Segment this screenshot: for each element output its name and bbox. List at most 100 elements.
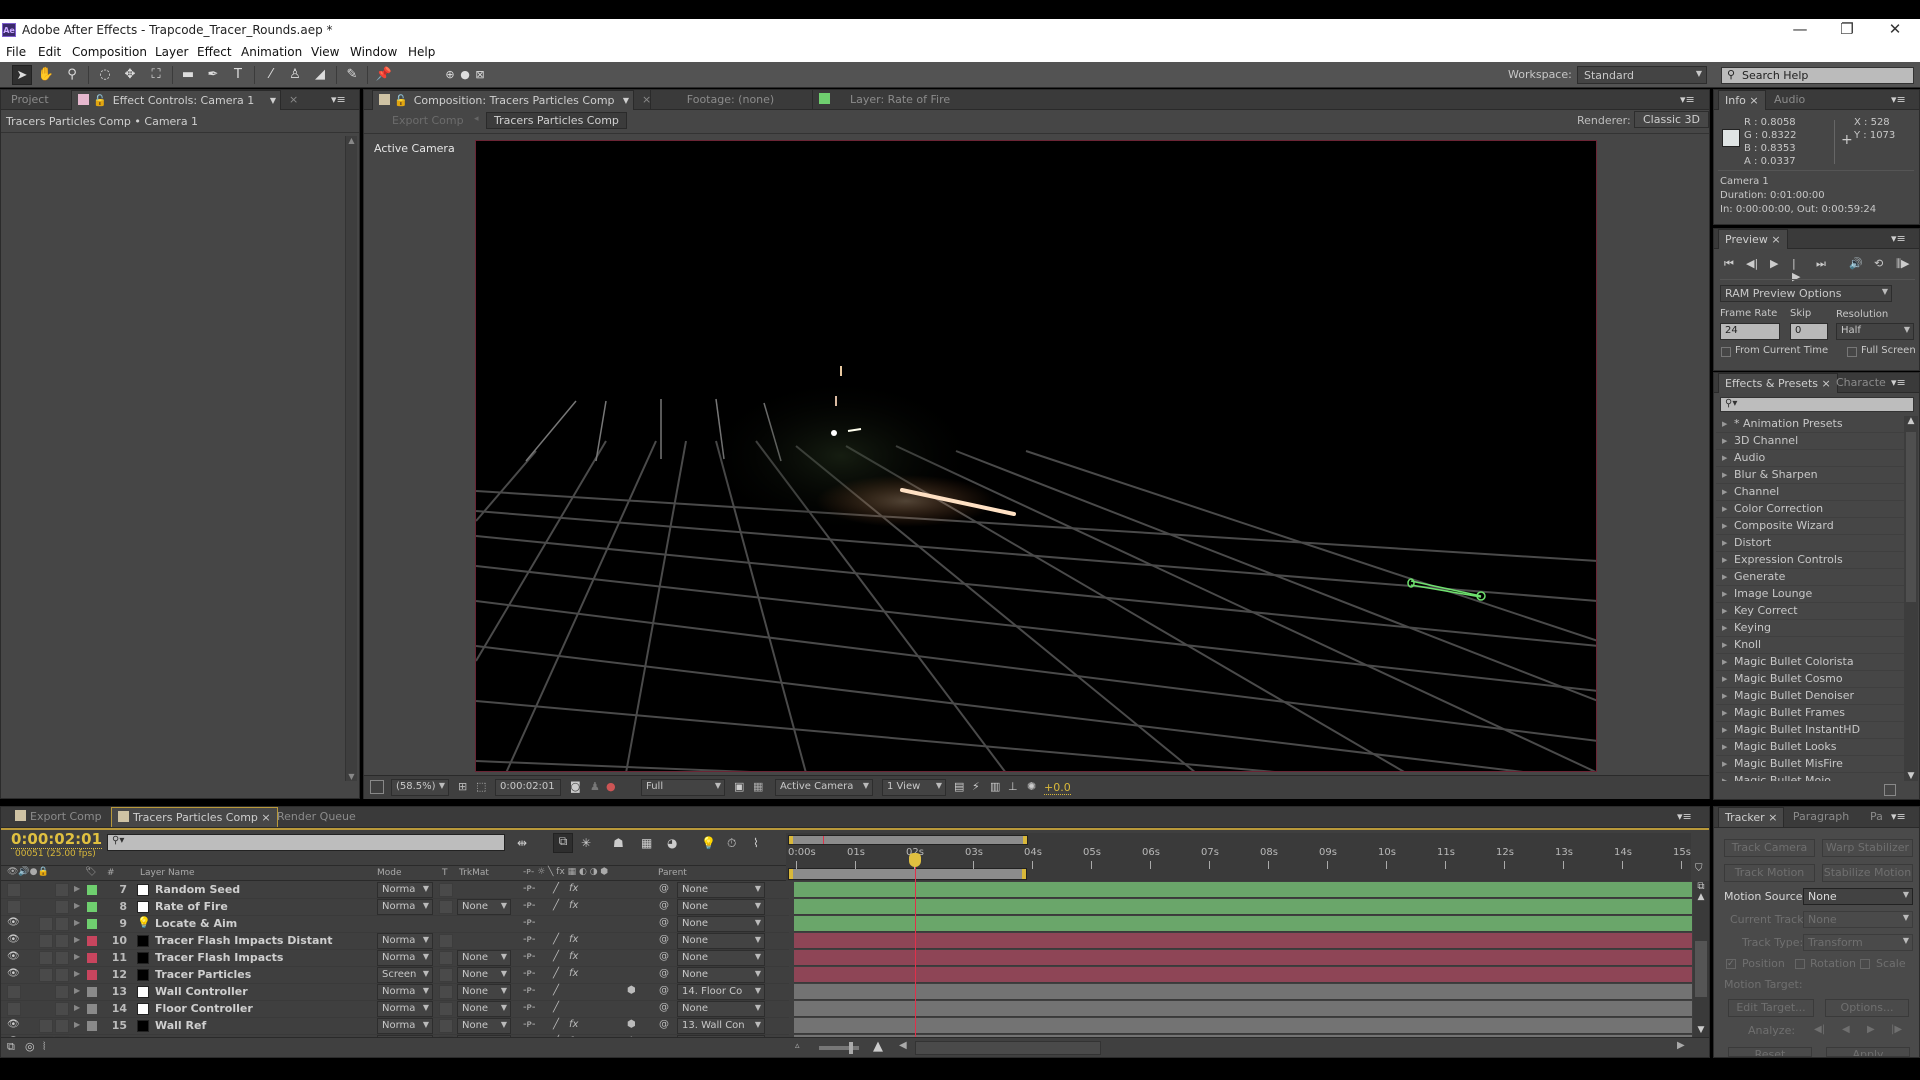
- resolution-select[interactable]: Full ▼: [641, 779, 725, 796]
- flowchart-export-comp[interactable]: Export Comp: [392, 114, 464, 127]
- layer-duration-bar[interactable]: [794, 882, 1692, 898]
- scrollbar[interactable]: ▲ ▼: [1904, 416, 1918, 781]
- label-color[interactable]: [87, 936, 97, 946]
- scroll-down-icon[interactable]: ▼: [346, 772, 357, 781]
- safe-zones-icon[interactable]: ⊞: [458, 780, 467, 793]
- exposure-value[interactable]: +0.0: [1044, 781, 1071, 795]
- pick-whip-icon[interactable]: @: [659, 1002, 669, 1013]
- apply-button[interactable]: Apply: [1826, 1047, 1910, 1057]
- zoom-in-icon[interactable]: ▲: [873, 1039, 883, 1054]
- tab-info[interactable]: Info ×: [1718, 90, 1766, 110]
- in-out-toggle-icon[interactable]: ⦚: [43, 1040, 45, 1054]
- menu-composition[interactable]: Composition: [72, 45, 147, 59]
- playhead[interactable]: [914, 865, 916, 1037]
- expand-triangle-icon[interactable]: ▶: [74, 935, 80, 944]
- chevron-down-icon[interactable]: ▼: [623, 91, 629, 111]
- layer-duration-bar[interactable]: [794, 899, 1692, 915]
- label-color[interactable]: [87, 1004, 97, 1014]
- layer-name[interactable]: Rate of Fire: [155, 900, 228, 913]
- layer-name[interactable]: Wall Controller: [155, 985, 248, 998]
- tab-composition[interactable]: 🔓 Composition: Tracers Particles Comp ▼: [372, 90, 634, 110]
- pen-tool-icon[interactable]: ✒: [203, 65, 223, 85]
- scroll-down-icon[interactable]: ▼: [1904, 771, 1918, 781]
- blend-mode-select[interactable]: Screen ▼: [377, 967, 433, 983]
- column-mode[interactable]: Mode: [377, 868, 402, 878]
- frame-rate-select[interactable]: 24 ▼: [1720, 323, 1780, 340]
- layer-row[interactable]: 👁 ▶ 11 Tracer Flash Impacts Norma ▼ None ▼ -ᴘ- ╱ f…: [1, 950, 789, 967]
- column-layer-name[interactable]: Layer Name: [140, 868, 195, 878]
- motion-source-select[interactable]: None ▼: [1803, 888, 1913, 905]
- region-of-interest-icon[interactable]: ▣: [734, 780, 744, 793]
- scroll-up-icon[interactable]: ▲: [1693, 892, 1709, 902]
- visibility-toggle[interactable]: [7, 985, 21, 999]
- tab-render-queue[interactable]: Render Queue: [271, 807, 362, 827]
- layer-duration-bar[interactable]: [794, 967, 1692, 983]
- layer-row[interactable]: ▶ 7 Random Seed Norma ▼ -ᴘ- ╱ fx @ None ▼: [1, 882, 789, 899]
- current-time-display[interactable]: 0:00:02:01: [11, 830, 103, 849]
- layer-name[interactable]: Tracer Flash Impacts: [155, 951, 283, 964]
- panel-menu-icon[interactable]: ▾≡: [1680, 93, 1695, 106]
- maximize-button[interactable]: ❐: [1832, 20, 1862, 38]
- effects-category[interactable]: Color Correction: [1716, 501, 1904, 518]
- hide-shy-layers-icon[interactable]: ☗: [613, 836, 624, 850]
- preserve-transparency-toggle[interactable]: [439, 968, 453, 982]
- composition-viewer[interactable]: [475, 140, 1597, 772]
- comp-button-icon[interactable]: ⧉: [1693, 881, 1709, 892]
- snapshot-icon[interactable]: ◙: [570, 780, 581, 793]
- live-update-icon[interactable]: ⧉: [553, 833, 573, 853]
- puppet-pin-tool-icon[interactable]: 📌: [374, 65, 394, 85]
- menu-file[interactable]: File: [6, 45, 26, 59]
- close-icon[interactable]: ×: [283, 90, 304, 110]
- lock-toggle[interactable]: [55, 985, 69, 999]
- parent-select[interactable]: None ▼: [677, 882, 765, 898]
- effects-category[interactable]: Magic Bullet InstantHD: [1716, 722, 1904, 739]
- shy-switch-icon[interactable]: -ᴘ-: [523, 1019, 535, 1030]
- label-color[interactable]: [87, 970, 97, 980]
- solo-toggle[interactable]: [39, 934, 53, 948]
- layer-name[interactable]: Wall Ref: [155, 1019, 206, 1032]
- graph-editor-icon[interactable]: ⌇: [753, 836, 759, 850]
- first-frame-icon[interactable]: ⏮: [1724, 257, 1734, 271]
- motion-blur-icon[interactable]: ◕: [667, 836, 677, 850]
- from-current-time-checkbox[interactable]: [1721, 347, 1731, 357]
- tab-paragraph[interactable]: Paragraph: [1782, 807, 1860, 827]
- shy-switch-icon[interactable]: -ᴘ-: [523, 934, 535, 945]
- effects-switch-icon[interactable]: fx: [569, 951, 578, 962]
- solo-toggle[interactable]: [39, 968, 53, 982]
- shy-switch-icon[interactable]: -ᴘ-: [523, 1002, 535, 1013]
- menu-help[interactable]: Help: [408, 45, 435, 59]
- blend-mode-select[interactable]: Norma ▼: [377, 882, 433, 898]
- time-navigator[interactable]: [788, 835, 1028, 845]
- preserve-transparency-toggle[interactable]: [439, 1002, 453, 1016]
- audio-icon[interactable]: 🔊: [1849, 257, 1863, 270]
- draft-3d-icon[interactable]: ✳: [581, 836, 591, 850]
- shy-switch-icon[interactable]: -ᴘ-: [523, 985, 535, 996]
- label-color[interactable]: [87, 902, 97, 912]
- pick-whip-icon[interactable]: @: [659, 968, 669, 979]
- blend-mode-select[interactable]: Norma ▼: [377, 1018, 433, 1034]
- preserve-transparency-toggle[interactable]: [439, 883, 453, 897]
- tab-audio[interactable]: Audio: [1768, 90, 1811, 110]
- visibility-toggle[interactable]: 👁: [7, 1019, 21, 1033]
- work-area-start-handle[interactable]: [789, 869, 793, 879]
- effects-switch-icon[interactable]: fx: [569, 968, 578, 979]
- preserve-transparency-toggle[interactable]: [439, 900, 453, 914]
- menu-edit[interactable]: Edit: [38, 45, 61, 59]
- layer-search-input[interactable]: ⚲▾: [107, 834, 505, 851]
- tab-paint[interactable]: Pa: [1864, 807, 1889, 827]
- scroll-up-icon[interactable]: ▲: [346, 136, 357, 145]
- quality-switch-icon[interactable]: ╱: [553, 934, 559, 945]
- blend-mode-select[interactable]: Norma ▼: [377, 1001, 433, 1017]
- visibility-toggle[interactable]: 👁: [7, 968, 21, 982]
- scroll-thumb[interactable]: [1906, 432, 1916, 602]
- loop-icon[interactable]: ⟲: [1874, 257, 1883, 270]
- rotation-checkbox[interactable]: [1795, 959, 1805, 969]
- resolution-select[interactable]: Half ▼: [1836, 323, 1914, 340]
- show-snapshot-icon[interactable]: ♟: [590, 780, 600, 793]
- effects-category[interactable]: Expression Controls: [1716, 552, 1904, 569]
- frame-blending-icon[interactable]: ▦: [641, 836, 652, 850]
- rectangle-tool-icon[interactable]: ▬: [178, 65, 198, 85]
- effects-switch-icon[interactable]: fx: [569, 1019, 578, 1030]
- visibility-toggle[interactable]: [7, 900, 21, 914]
- new-bin-icon[interactable]: [1884, 784, 1896, 796]
